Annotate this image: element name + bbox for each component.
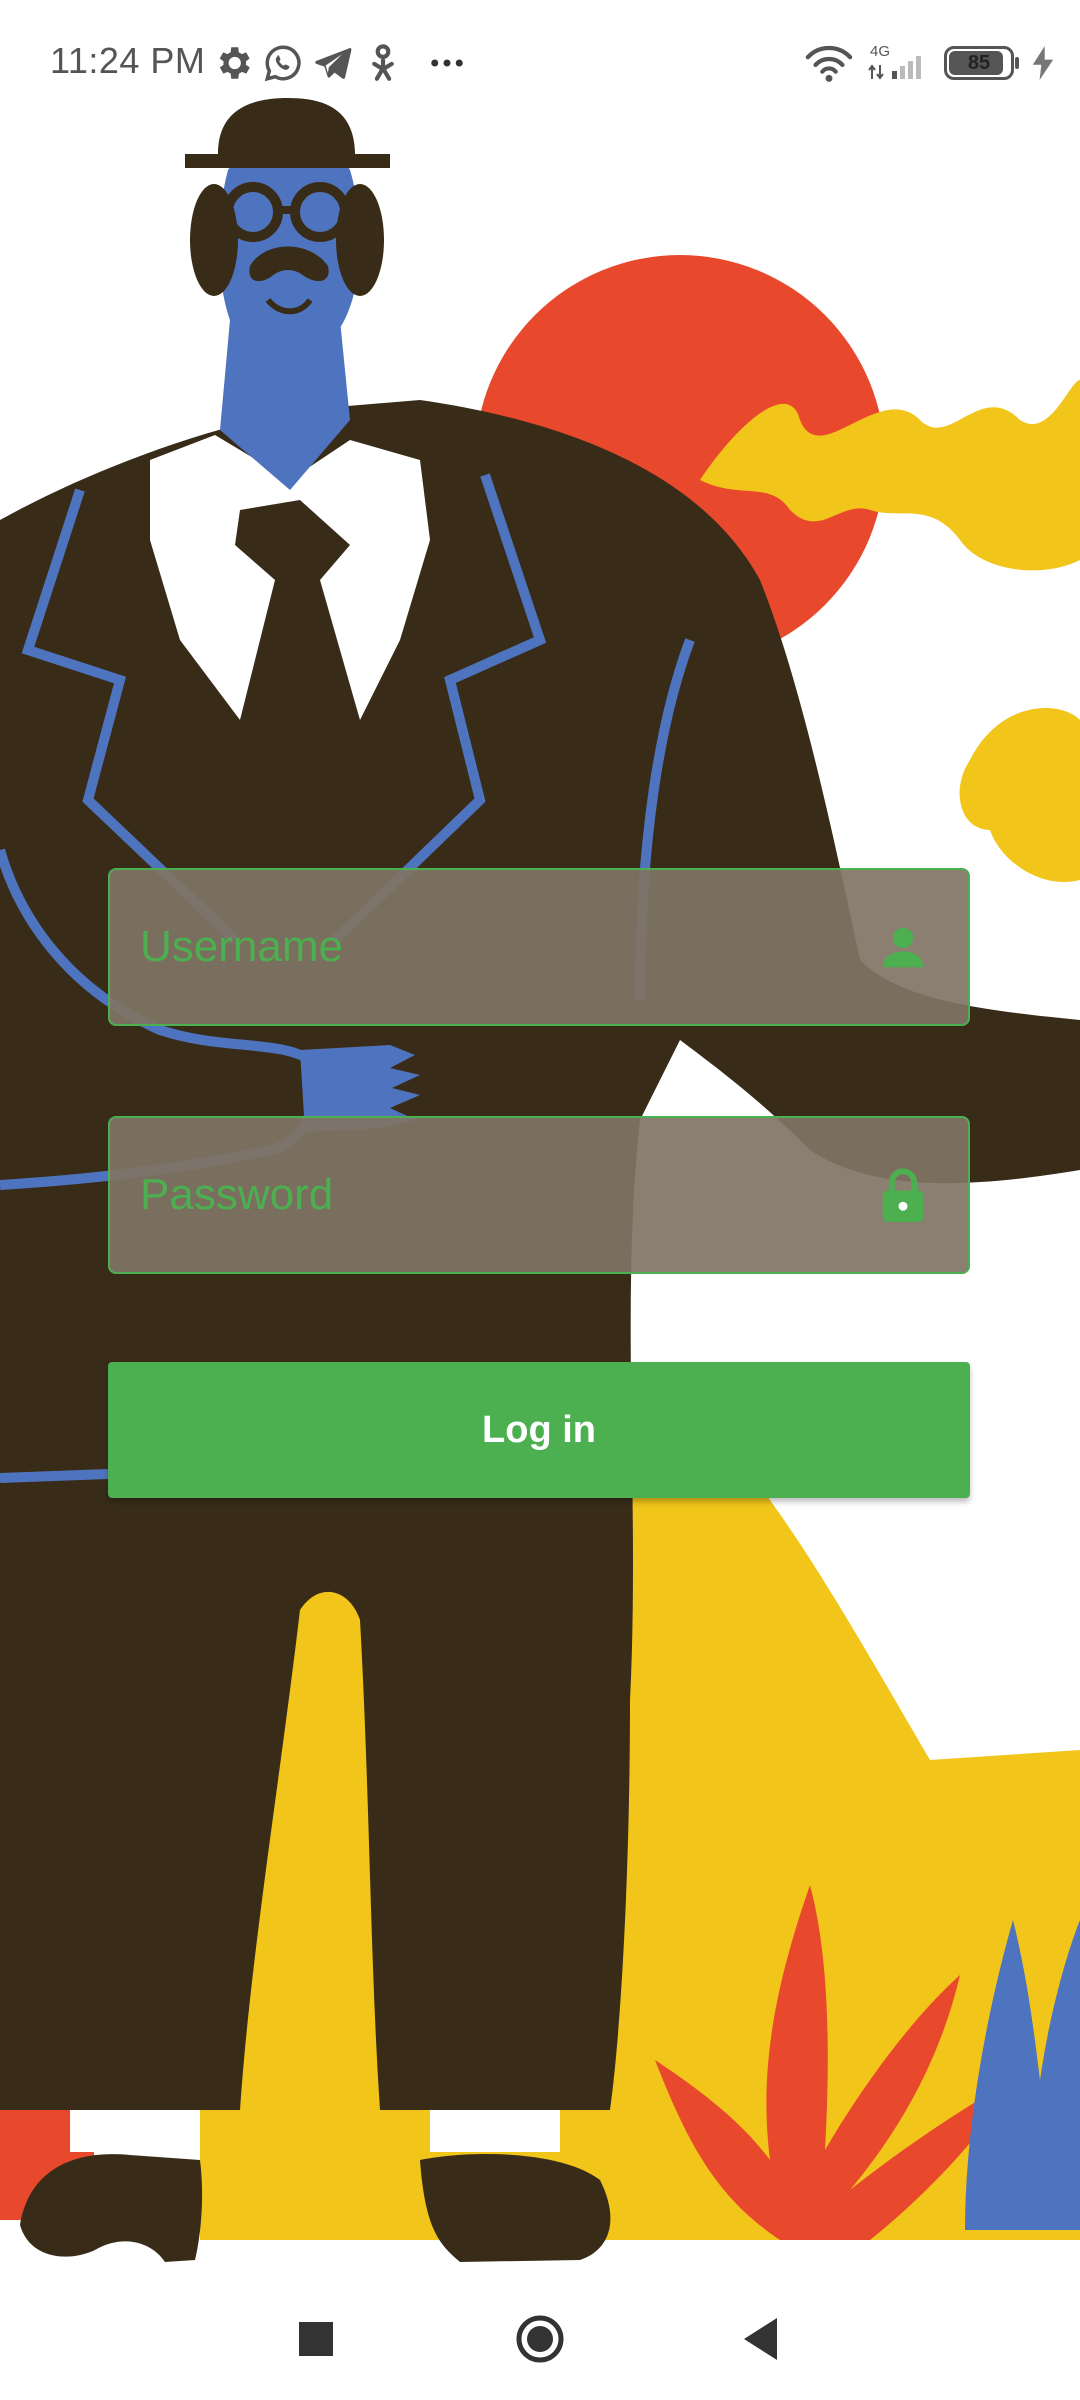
wifi-icon [805,45,853,82]
username-field[interactable] [108,868,970,1026]
belt-line [0,1469,109,1483]
person-icon [372,44,394,81]
system-status-icons: 4G 85 [804,38,1054,88]
gear-icon [219,47,250,79]
battery-level: 85 [967,51,991,74]
login-screen: 11:24 PM 4G 85 Username Log in [0,0,1080,2400]
login-button[interactable]: Log in [108,1362,970,1498]
back-triangle-icon[interactable] [727,2304,797,2374]
charging-bolt-icon [1032,46,1054,80]
navigation-bar [0,2274,1080,2400]
cellular-signal: 4G [866,43,932,83]
lock-icon [882,1168,924,1222]
home-circle-icon[interactable] [505,2304,575,2374]
yellow-blob-right [959,708,1080,882]
more-dots-icon [431,59,463,67]
password-input[interactable] [140,1118,900,1272]
left-sock [70,2110,200,2152]
signal-bars-icon [868,56,921,80]
status-time: 11:24 PM [50,40,206,81]
battery-indicator: 85 [944,46,1019,80]
notification-icons [212,40,468,86]
password-field[interactable] [108,1116,970,1274]
status-bar: 11:24 PM 4G 85 [0,0,1080,126]
right-sock [430,2110,560,2152]
right-shoe [420,2154,611,2262]
person-icon [882,927,924,968]
telegram-icon [315,48,352,79]
username-input[interactable] [140,870,900,1024]
recents-square-icon[interactable] [281,2304,351,2374]
whatsapp-icon [264,45,301,82]
